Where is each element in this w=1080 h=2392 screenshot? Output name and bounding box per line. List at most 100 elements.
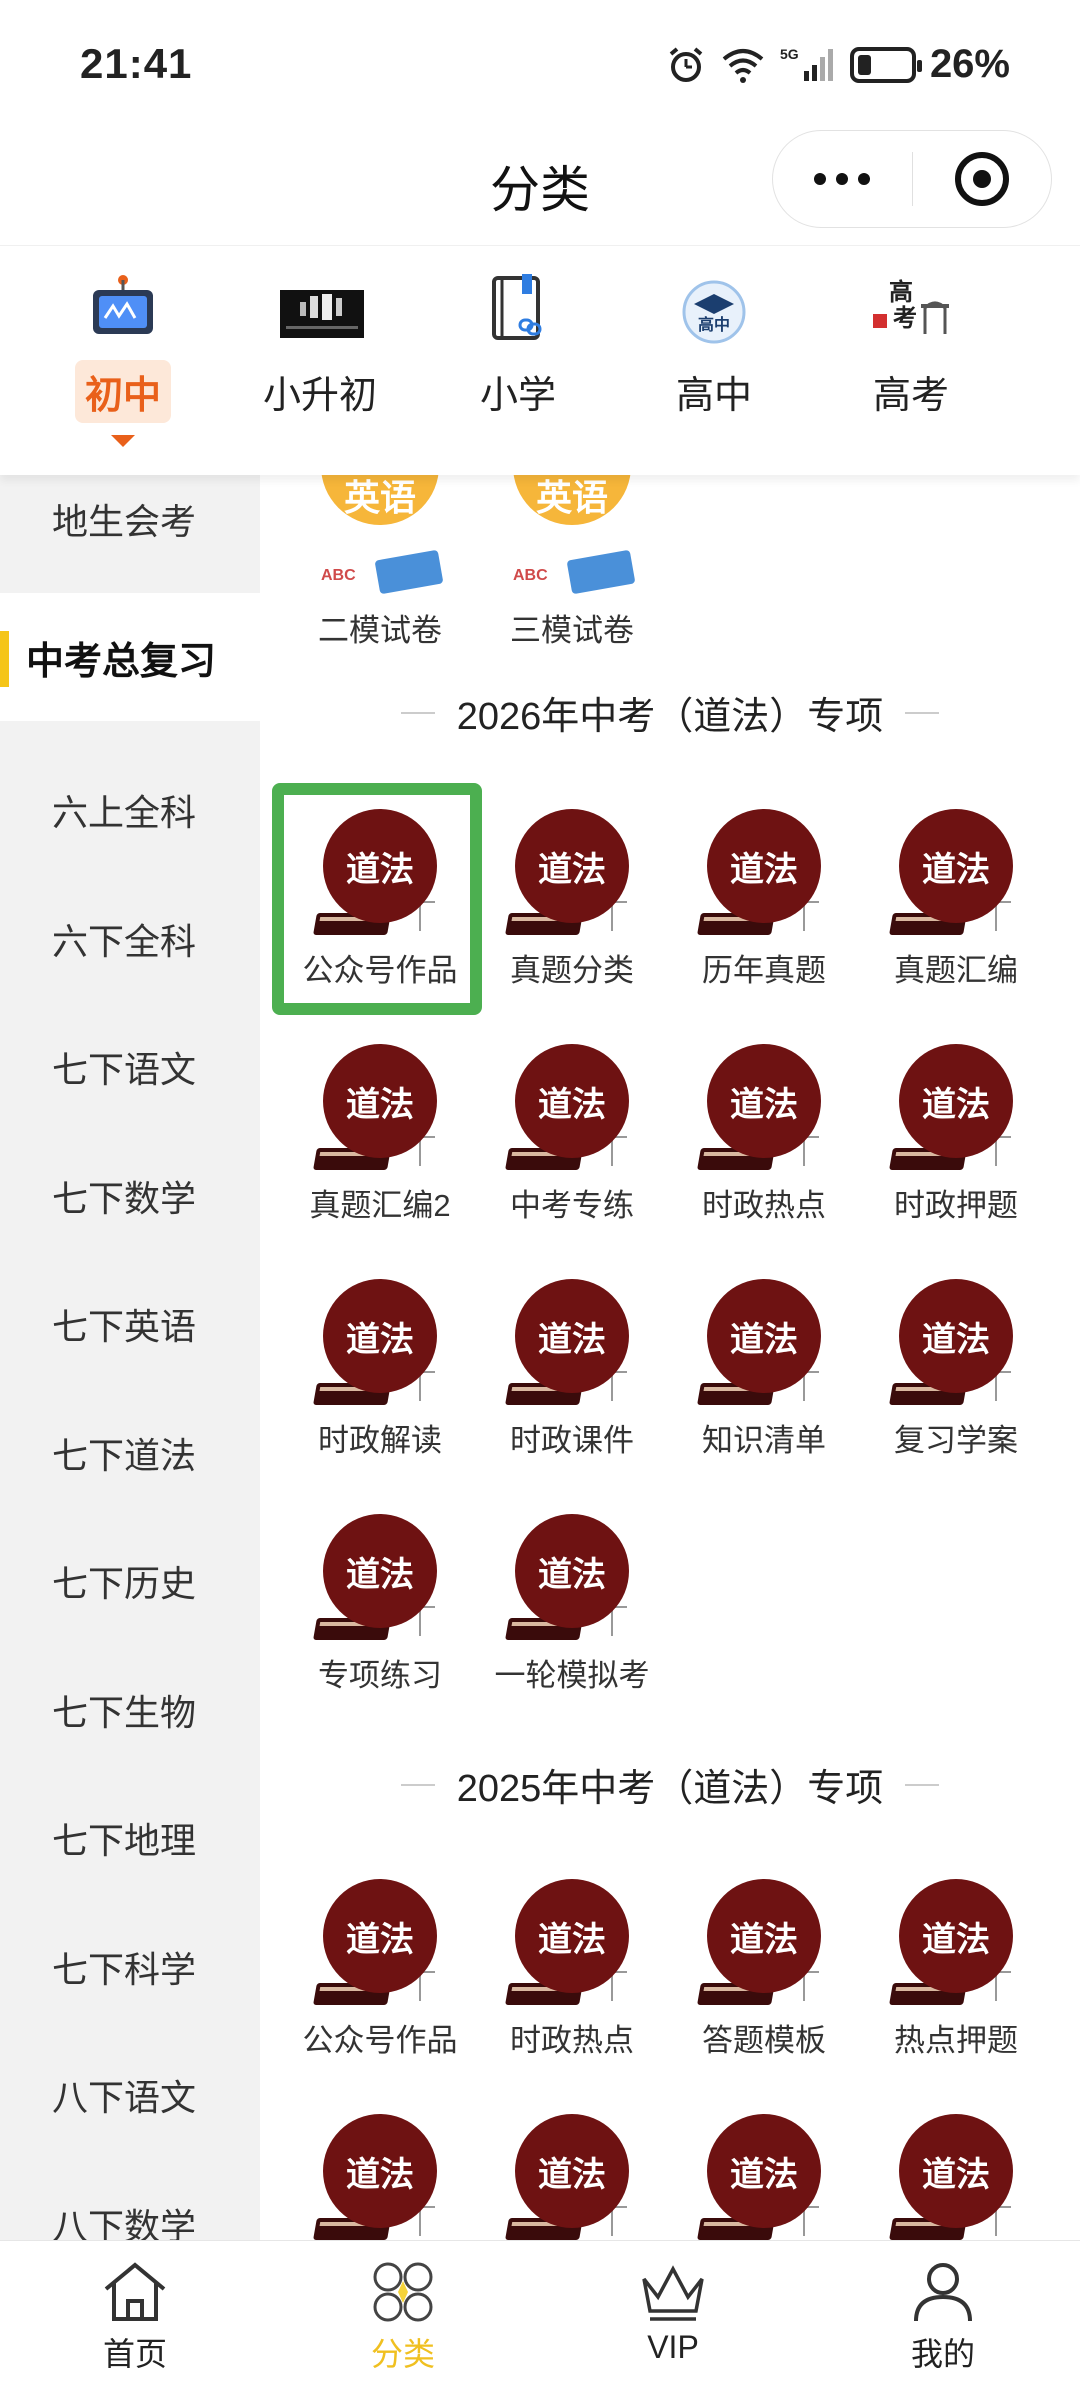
tab-label: 初中 xyxy=(74,360,171,423)
grid-item[interactable]: 道法 时政课件 xyxy=(482,1275,662,1460)
gaokao-gate-icon: 高 考 xyxy=(871,274,951,346)
daofa-icon: 道法 xyxy=(889,805,1021,935)
grid-item[interactable]: 道法 xyxy=(290,2110,470,2240)
sidebar-item-8xia-yuwen[interactable]: 八下语文 xyxy=(0,2031,260,2159)
nav-mine[interactable]: 我的 xyxy=(843,2259,1043,2375)
grid-item-label: 复习学案 xyxy=(894,1423,1018,1458)
wifi-icon xyxy=(722,48,764,83)
tv-icon xyxy=(83,274,163,346)
grid-item[interactable]: 道法 热点押题 xyxy=(866,1875,1046,2060)
grid-item[interactable]: 道法 中考专练 xyxy=(482,1040,662,1225)
grid-item[interactable]: 道法 xyxy=(866,2110,1046,2240)
english-icon: 英语 ABC xyxy=(315,475,445,595)
grid-item[interactable]: 道法 答题模板 xyxy=(674,1875,854,2060)
svg-text:考: 考 xyxy=(893,304,917,332)
tab-xiaoshengchu[interactable]: 小升初 xyxy=(230,274,410,423)
grid-item-label: 真题汇编 xyxy=(894,953,1018,988)
grid-item[interactable]: 道法 时政热点 xyxy=(674,1040,854,1225)
close-program-button[interactable] xyxy=(913,131,1052,227)
grid-item-label: 时政课件 xyxy=(510,1423,634,1458)
grid-item-label: 时政解读 xyxy=(318,1423,442,1458)
sidebar-item-label: 七下英语 xyxy=(52,1306,197,1347)
nav-label: 分类 xyxy=(370,2336,435,2372)
grid-item[interactable]: 道法 时政押题 xyxy=(866,1040,1046,1225)
grid-item[interactable]: 道法 时政热点 xyxy=(482,1875,662,2060)
grid-item-label: 真题分类 xyxy=(510,953,634,988)
daofa-icon: 道法 xyxy=(313,1875,445,2005)
daofa-icon: 道法 xyxy=(505,2110,637,2240)
daofa-icon-text: 道法 xyxy=(323,1279,437,1393)
tab-xiaoxue[interactable]: 小学 xyxy=(428,274,608,423)
daofa-icon-text: 道法 xyxy=(707,1044,821,1158)
target-icon xyxy=(954,152,1009,206)
grid-item[interactable]: 道法 xyxy=(482,2110,662,2240)
daofa-icon: 道法 xyxy=(313,1040,445,1170)
home-icon xyxy=(100,2259,170,2325)
daofa-icon-text: 道法 xyxy=(515,1044,629,1158)
daofa-icon: 道法 xyxy=(697,2110,829,2240)
sidebar-item-label: 七下语文 xyxy=(52,1049,197,1090)
grid-item-label: 时政热点 xyxy=(702,1188,826,1223)
sidebar-item-zhongkao-review[interactable]: 中考总复习 xyxy=(0,593,260,721)
daofa-icon-text: 道法 xyxy=(707,1279,821,1393)
daofa-icon: 道法 xyxy=(505,805,637,935)
sidebar-item-7xia-yuwen[interactable]: 七下语文 xyxy=(0,1003,260,1131)
grid-item[interactable]: 道法 时政解读 xyxy=(290,1275,470,1460)
grid-item[interactable]: 道法 xyxy=(674,2110,854,2240)
sidebar-item-6xia[interactable]: 六下全科 xyxy=(0,875,260,1003)
grid-item-label: 一轮模拟考 xyxy=(494,1658,650,1693)
daofa-icon: 道法 xyxy=(889,1275,1021,1405)
daofa-icon: 道法 xyxy=(697,1040,829,1170)
nav-category[interactable]: 分类 xyxy=(303,2259,503,2375)
daofa-icon-text: 道法 xyxy=(899,2114,1013,2228)
grid-item[interactable]: 道法 专项练习 xyxy=(290,1510,470,1695)
tab-gaokao[interactable]: 高 考 高考 xyxy=(821,274,1001,423)
grid-item[interactable]: 道法 一轮模拟考 xyxy=(482,1510,662,1695)
tab-gaozhong[interactable]: 高中 高中 xyxy=(624,274,804,423)
daofa-icon: 道法 xyxy=(505,1275,637,1405)
english-icon: 英语 ABC xyxy=(507,475,637,595)
grid-item[interactable]: 道法 历年真题 xyxy=(674,805,854,990)
daofa-icon-text: 道法 xyxy=(515,809,629,923)
sidebar-item-7xia-daofa[interactable]: 七下道法 xyxy=(0,1389,260,1517)
bottom-nav: 首页 分类 VIP 我的 xyxy=(0,2240,1080,2392)
mini-program-capsule xyxy=(772,130,1052,228)
sidebar-item-label: 地生会考 xyxy=(52,501,197,542)
sidebar-item-dishenghuikao[interactable]: 地生会考 xyxy=(0,475,260,583)
status-bar: 21:41 5G 26% xyxy=(0,0,1080,130)
grid-item[interactable]: 道法 复习学案 xyxy=(866,1275,1046,1460)
grid-item[interactable]: 道法 真题汇编 xyxy=(866,805,1046,990)
sidebar-item-7xia-kexue[interactable]: 七下科学 xyxy=(0,1903,260,2031)
daofa-icon: 道法 xyxy=(505,1510,637,1640)
tab-chuzhong[interactable]: 初中 xyxy=(33,274,213,447)
daofa-icon-text: 道法 xyxy=(707,809,821,923)
grid-item[interactable]: 道法 公众号作品 xyxy=(290,1875,470,2060)
sidebar-item-7xia-dili[interactable]: 七下地理 xyxy=(0,1774,260,1902)
grid-item[interactable]: 道法 真题汇编2 xyxy=(290,1040,470,1225)
grid-item-sanmo[interactable]: 英语 ABC 三模试卷 xyxy=(482,475,662,650)
more-button[interactable] xyxy=(773,131,912,227)
sidebar-item-label: 八下语文 xyxy=(52,2077,197,2118)
sidebar-item-7xia-shuxue[interactable]: 七下数学 xyxy=(0,1132,260,1260)
sidebar-item-6shang[interactable]: 六上全科 xyxy=(0,746,260,874)
tab-label: 高考 xyxy=(872,375,949,417)
nav-vip[interactable]: VIP xyxy=(573,2259,773,2366)
nav-home[interactable]: 首页 xyxy=(35,2259,235,2375)
grid-item[interactable]: 道法 知识清单 xyxy=(674,1275,854,1460)
sidebar-item-7xia-yingyu[interactable]: 七下英语 xyxy=(0,1260,260,1388)
sidebar-item-8xia-shuxue[interactable]: 八下数学 xyxy=(0,2160,260,2240)
signal-5g-icon: 5G xyxy=(780,46,833,81)
daofa-icon: 道法 xyxy=(697,1275,829,1405)
grid-item[interactable]: 道法 公众号作品 xyxy=(290,805,470,990)
grid-item-label: 时政押题 xyxy=(894,1188,1018,1223)
sidebar-item-7xia-shengwu[interactable]: 七下生物 xyxy=(0,1646,260,1774)
daofa-icon: 道法 xyxy=(505,1875,637,2005)
sidebar-item-label: 七下地理 xyxy=(52,1820,197,1861)
sidebar-item-7xia-lishi[interactable]: 七下历史 xyxy=(0,1517,260,1645)
grid-item-ermo[interactable]: 英语 ABC 二模试卷 xyxy=(290,475,470,650)
daofa-icon: 道法 xyxy=(697,1875,829,2005)
daofa-icon-text: 道法 xyxy=(899,809,1013,923)
svg-text:5G: 5G xyxy=(780,46,799,62)
grid-item[interactable]: 道法 真题分类 xyxy=(482,805,662,990)
daofa-icon-text: 道法 xyxy=(515,2114,629,2228)
